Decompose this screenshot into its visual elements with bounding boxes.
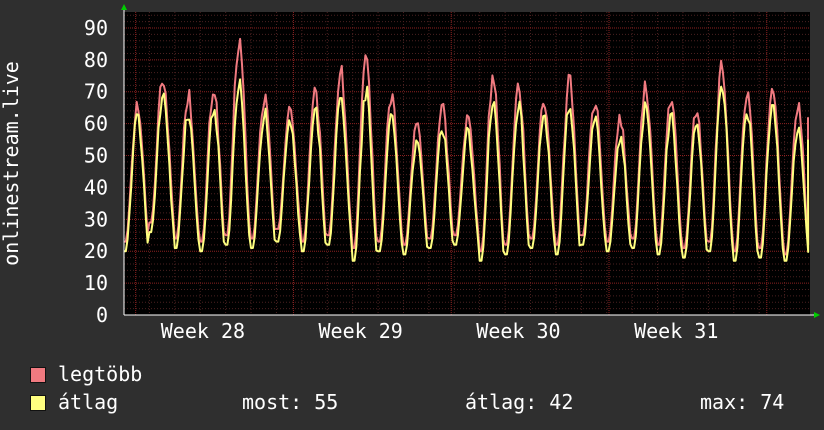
y-axis-title: onlinestream.live [0, 61, 23, 266]
y-tick-label: 40 [84, 175, 108, 199]
y-tick-label: 70 [84, 80, 108, 104]
plot-background [124, 12, 810, 315]
y-axis-arrow [121, 4, 127, 10]
legend: legtöbb átlag most: 55 átlag: 42 max: 74 [30, 362, 810, 418]
y-tick-label: 50 [84, 144, 108, 168]
y-tick-label: 0 [96, 303, 108, 327]
x-tick-label: Week 30 [476, 319, 560, 343]
x-tick-label: Week 31 [634, 319, 718, 343]
legend-swatch-max [30, 367, 46, 383]
chart-area: 0 10 20 30 40 50 60 70 80 90 Week 28 Week 29 Week 30… [0, 0, 824, 345]
y-tick-label: 80 [84, 48, 108, 72]
stat-maximum: max: 74 [700, 390, 785, 414]
legend-label-max: legtöbb [58, 362, 143, 386]
y-tick-label: 30 [84, 207, 108, 231]
stat-average: átlag: 42 [465, 390, 574, 414]
y-tick-label: 90 [84, 16, 108, 40]
y-tick-label: 60 [84, 112, 108, 136]
legend-row-avg: átlag most: 55 átlag: 42 max: 74 [30, 390, 810, 418]
stat-now: most: 55 [242, 390, 339, 414]
y-tick-label: 10 [84, 271, 108, 295]
y-tick-label: 20 [84, 239, 108, 263]
x-tick-label: Week 29 [319, 319, 403, 343]
legend-swatch-avg [30, 395, 46, 411]
line-chart: 0 10 20 30 40 50 60 70 80 90 Week 28 Week 29 Week 30… [0, 4, 820, 343]
x-axis-arrow [814, 312, 820, 318]
legend-label-avg: átlag [58, 390, 119, 414]
x-tick-label: Week 28 [161, 319, 245, 343]
legend-row-max: legtöbb [30, 362, 810, 390]
